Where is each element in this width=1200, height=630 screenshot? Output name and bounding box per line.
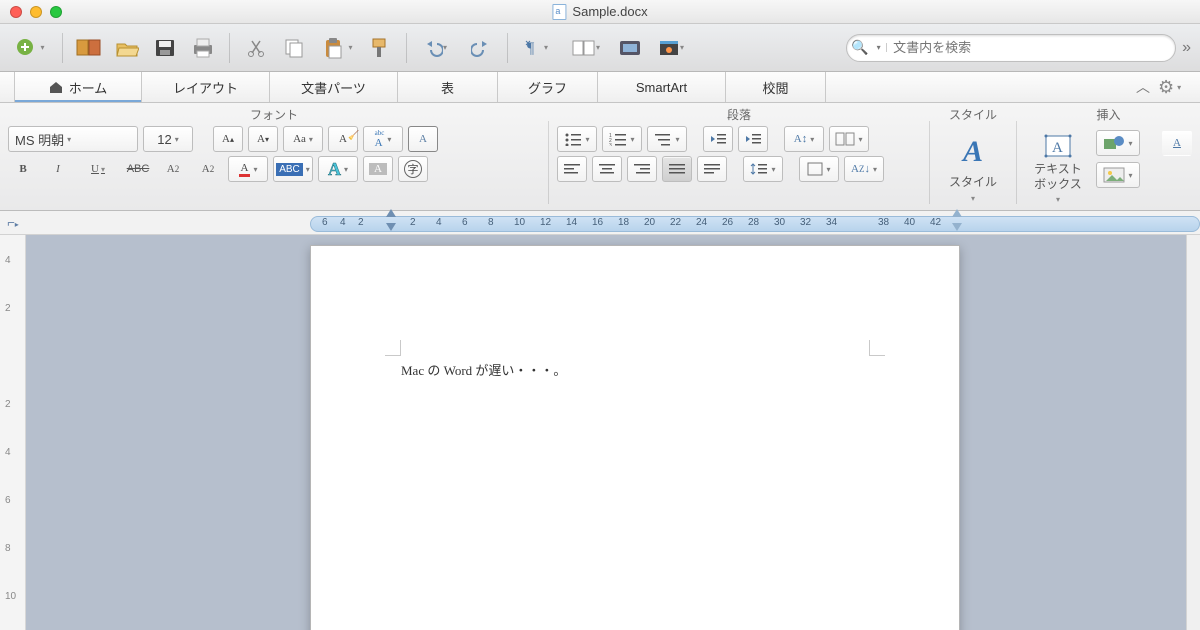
redo-button[interactable] [467, 33, 495, 63]
right-gutter [1186, 235, 1200, 630]
document-area: 42246810 Mac の Word が遅い・・・。 [0, 235, 1200, 630]
character-border-button[interactable]: A [408, 126, 438, 152]
horizontal-ruler-row: ⌐▸ 6422468101214161820222426283032343840… [0, 211, 1200, 235]
ribbon-tabs: ホーム レイアウト 文書パーツ 表 グラフ SmartArt 校閲 ︿ ⚙ ▾ [0, 72, 1200, 103]
paste-button[interactable]: ▾ [318, 33, 356, 63]
tab-home[interactable]: ホーム [14, 72, 142, 102]
templates-button[interactable] [75, 33, 103, 63]
margin-corner-tr [869, 340, 885, 356]
collapse-ribbon-button[interactable]: ︿ [1136, 77, 1150, 97]
horizontal-ruler[interactable]: 642246810121416182022242628303234384042 [310, 213, 1200, 233]
grow-font-button[interactable]: A▴ [213, 126, 243, 152]
picture-button[interactable] [1096, 162, 1140, 188]
window-controls [0, 6, 62, 18]
insert-overflow-button[interactable]: A [1162, 130, 1192, 156]
styles-gallery-button[interactable]: A スタイル ▾ [937, 126, 1009, 212]
minimize-window-button[interactable] [30, 6, 42, 18]
underline-button[interactable]: U▾ [78, 156, 118, 182]
borders-button[interactable] [799, 156, 839, 182]
strikethrough-button[interactable]: ABC [123, 156, 153, 182]
cut-button[interactable] [242, 33, 270, 63]
font-color-button[interactable]: A [228, 156, 268, 182]
clear-formatting-button[interactable]: A🧹 [328, 126, 358, 152]
font-size-selector[interactable]: 12 [143, 126, 193, 152]
text-effects-button[interactable]: A [318, 156, 358, 182]
align-left-button[interactable] [557, 156, 587, 182]
tab-chart[interactable]: グラフ [498, 72, 598, 102]
document-body-text[interactable]: Mac の Word が遅い・・・。 [401, 360, 566, 379]
format-painter-button[interactable] [366, 33, 394, 63]
subscript-button[interactable]: A2 [193, 156, 223, 182]
numbering-button[interactable]: 123 [602, 126, 642, 152]
page[interactable]: Mac の Word が遅い・・・。 [310, 245, 960, 630]
sort-button[interactable]: AZ↓ [844, 156, 884, 182]
search-input[interactable] [887, 40, 1175, 55]
group-font-label: フォント [8, 105, 540, 124]
align-center-button[interactable] [592, 156, 622, 182]
new-document-button[interactable]: ▾ [12, 33, 50, 63]
tab-layout[interactable]: レイアウト [142, 72, 270, 102]
textbox-button[interactable]: A テキスト ボックス ▾ [1025, 126, 1091, 212]
tab-review[interactable]: 校閲 [726, 72, 826, 102]
character-shading-button[interactable]: A [363, 156, 393, 182]
distribute-button[interactable] [697, 156, 727, 182]
svg-text:3: 3 [609, 143, 612, 146]
document-canvas[interactable]: Mac の Word が遅い・・・。 [26, 235, 1186, 630]
line-spacing-button[interactable] [743, 156, 783, 182]
shapes-button[interactable] [1096, 130, 1140, 156]
search-box[interactable]: 🔍 ▾ [846, 34, 1176, 62]
text-direction-button[interactable]: A↕ [784, 126, 824, 152]
bullets-button[interactable] [557, 126, 597, 152]
copy-button[interactable] [280, 33, 308, 63]
media-button[interactable]: ▾ [654, 33, 692, 63]
align-right-button[interactable] [627, 156, 657, 182]
tab-selector[interactable]: ⌐▸ [0, 215, 26, 230]
multilevel-list-button[interactable] [647, 126, 687, 152]
phonetic-guide-button[interactable]: abcA [363, 126, 403, 152]
change-case-button[interactable]: Aa [283, 126, 323, 152]
tab-home-label: ホーム [69, 78, 108, 97]
screenshot-button[interactable] [616, 33, 644, 63]
view-modes-button[interactable]: ▾ [568, 33, 606, 63]
increase-indent-button[interactable] [738, 126, 768, 152]
undo-button[interactable]: ▾ [419, 33, 457, 63]
bold-button[interactable]: B [8, 156, 38, 182]
open-button[interactable] [113, 33, 141, 63]
tab-document-parts[interactable]: 文書パーツ [270, 72, 398, 102]
show-formatting-button[interactable]: ¶▾ [520, 33, 558, 63]
svg-text:A: A [1052, 140, 1063, 156]
window-title: Sample.docx [552, 4, 647, 20]
zoom-window-button[interactable] [50, 6, 62, 18]
superscript-button[interactable]: A2 [158, 156, 188, 182]
group-styles-label: スタイル [938, 105, 1008, 124]
group-insert-label: 挿入 [1025, 105, 1192, 124]
justify-button[interactable] [662, 156, 692, 182]
quick-access-toolbar: ▾ ▾ ▾ ¶▾ ▾ ▾ 🔍 [0, 24, 1200, 72]
group-paragraph-label: 段落 [557, 105, 921, 124]
ribbon-options-button[interactable]: ⚙ [1158, 77, 1174, 98]
window-title-text: Sample.docx [572, 4, 647, 19]
tab-smartart[interactable]: SmartArt [598, 72, 726, 102]
columns-indicator-button[interactable] [829, 126, 869, 152]
search-scope-dropdown[interactable]: ▾ [873, 43, 887, 52]
italic-button[interactable]: I [43, 156, 73, 182]
search-icon: 🔍 [847, 39, 873, 56]
shrink-font-button[interactable]: A▾ [248, 126, 278, 152]
close-window-button[interactable] [10, 6, 22, 18]
print-button[interactable] [189, 33, 217, 63]
decrease-indent-button[interactable] [703, 126, 733, 152]
margin-corner-tl [385, 340, 401, 356]
save-button[interactable] [151, 33, 179, 63]
toolbar-overflow-button[interactable]: » [1182, 39, 1188, 57]
highlight-color-button[interactable]: ABC [273, 156, 313, 182]
vertical-ruler[interactable]: 42246810 [0, 235, 26, 630]
ruler-ticks: 642246810121416182022242628303234384042 [322, 217, 1188, 231]
window-titlebar: Sample.docx [0, 0, 1200, 24]
font-name-selector[interactable]: MS 明朝 [8, 126, 138, 152]
document-icon [552, 4, 566, 20]
tab-table[interactable]: 表 [398, 72, 498, 102]
ribbon: フォント MS 明朝 12 A▴ A▾ Aa A🧹 abcA A B I U▾ … [0, 103, 1200, 211]
enclose-characters-button[interactable]: 字 [398, 156, 428, 182]
